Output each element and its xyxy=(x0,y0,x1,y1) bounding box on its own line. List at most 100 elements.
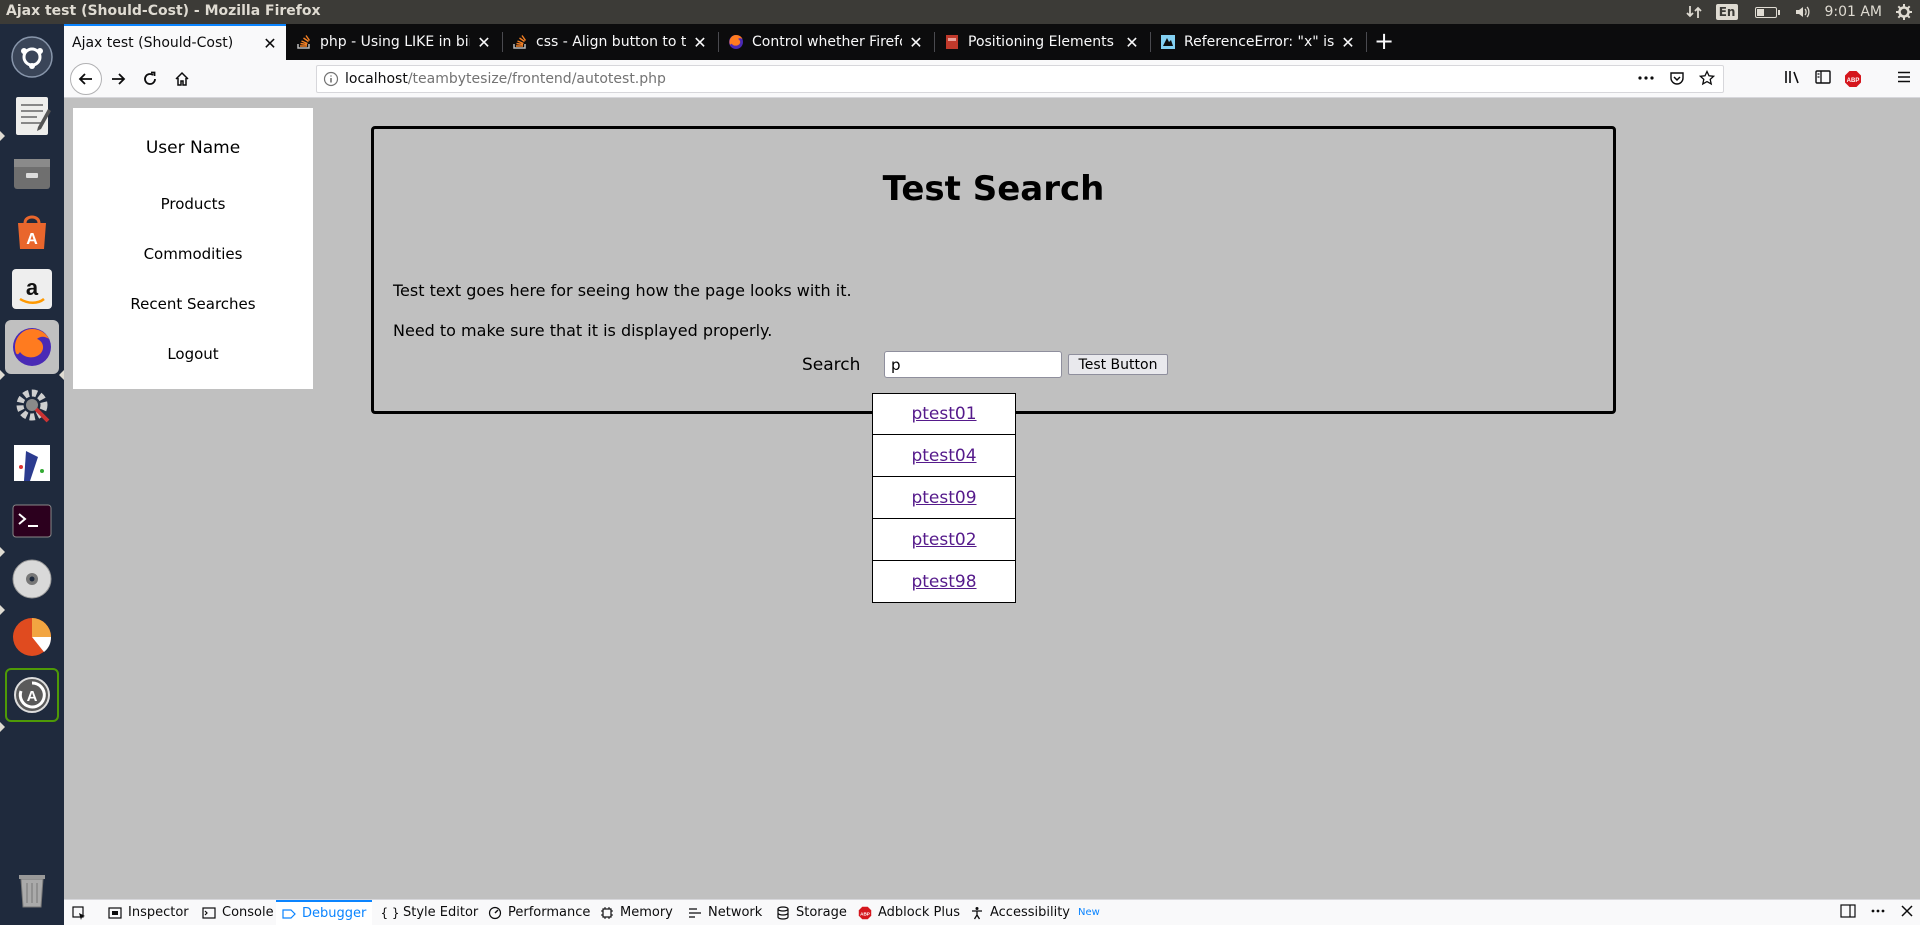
abp-badge-text: ABP xyxy=(860,911,870,916)
search-input[interactable] xyxy=(884,351,1062,378)
volume-icon[interactable] xyxy=(1794,4,1810,20)
close-icon[interactable]: ✕ xyxy=(692,33,708,52)
dash-icon[interactable] xyxy=(5,30,59,84)
autocomplete-suggestions: ptest01 ptest04 ptest09 ptest02 ptest98 xyxy=(872,393,1016,603)
devtools-tab-accessibility[interactable]: Accessibility New xyxy=(970,900,1100,925)
devtools-toolbar: Inspector Console Debugger { } Style Edi… xyxy=(64,899,1920,925)
devtools-tab-label: Accessibility xyxy=(990,905,1070,920)
sidebar-link-recent-searches[interactable]: Recent Searches xyxy=(73,295,313,313)
svg-text:a: a xyxy=(26,275,39,300)
tab-bar: Ajax test (Should-Cost) ✕ php - Using LI… xyxy=(64,24,1920,60)
software-updater-icon[interactable]: A xyxy=(5,668,59,722)
tab-positioning[interactable]: Positioning Elements on ✕ xyxy=(936,24,1148,60)
amazon-icon[interactable]: a xyxy=(5,262,59,316)
devtools-tab-performance[interactable]: Performance xyxy=(488,900,590,925)
files-icon[interactable] xyxy=(5,146,59,200)
new-tab-button[interactable]: + xyxy=(1368,24,1400,60)
page-title: Test Search xyxy=(882,169,1105,209)
adblock-plus-icon[interactable]: ABP xyxy=(1844,70,1862,88)
devtools-tab-storage[interactable]: Storage xyxy=(776,900,847,925)
close-icon[interactable]: ✕ xyxy=(1340,33,1356,52)
software-center-icon[interactable]: A xyxy=(5,204,59,258)
console-icon xyxy=(202,906,216,920)
network-arrows-icon[interactable] xyxy=(1686,4,1702,20)
devtools-tab-label: Storage xyxy=(796,905,847,920)
tab-label: ReferenceError: "x" is no xyxy=(1184,34,1334,50)
tab-css-align[interactable]: css - Align button to the ✕ xyxy=(504,24,716,60)
abp-badge-text: ABP xyxy=(1847,78,1860,84)
library-icon[interactable] xyxy=(1784,69,1802,89)
tab-firefox-control[interactable]: Control whether Firefox ✕ xyxy=(720,24,932,60)
firefox-icon[interactable] xyxy=(5,320,59,374)
bookmark-star-icon[interactable] xyxy=(1698,69,1716,90)
devtools-tab-adblock-plus[interactable]: ABP Adblock Plus xyxy=(858,900,960,925)
navigation-toolbar: localhost/teambytesize/frontend/autotest… xyxy=(64,60,1920,98)
reload-icon xyxy=(144,71,156,85)
unity-launcher: A a A xyxy=(0,24,64,925)
tab-label: Positioning Elements on xyxy=(968,34,1118,50)
disk-usage-icon[interactable] xyxy=(5,610,59,664)
system-settings-icon[interactable] xyxy=(5,378,59,432)
devtools-tab-memory[interactable]: Memory xyxy=(600,900,673,925)
terminal-icon[interactable] xyxy=(5,494,59,548)
paragraph: Test text goes here for seeing how the p… xyxy=(393,281,852,300)
sidebar-link-products[interactable]: Products xyxy=(73,195,313,213)
tab-separator xyxy=(1150,32,1151,52)
session-gear-icon[interactable] xyxy=(1896,4,1912,20)
forward-button[interactable] xyxy=(104,65,132,93)
suggestion-link[interactable]: ptest09 xyxy=(911,488,976,508)
running-indicator xyxy=(0,722,5,732)
sidebar-toggle-icon[interactable] xyxy=(1814,69,1832,89)
tab-php-like[interactable]: php - Using LIKE in bindP ✕ xyxy=(288,24,500,60)
keyboard-language-indicator[interactable]: En xyxy=(1715,4,1739,20)
clock[interactable]: 9:01 AM xyxy=(1824,4,1882,20)
back-button[interactable] xyxy=(70,63,102,95)
inspector-icon xyxy=(108,906,122,920)
close-icon[interactable]: ✕ xyxy=(1124,33,1140,52)
dvd-icon[interactable] xyxy=(5,552,59,606)
url-host: localhost xyxy=(345,71,408,87)
text-editor-icon[interactable] xyxy=(5,88,59,142)
devtools-tab-label: Network xyxy=(708,905,763,920)
hamburger-menu-icon[interactable] xyxy=(1896,69,1912,89)
tab-separator xyxy=(718,32,719,52)
devtools-tab-network[interactable]: Network xyxy=(688,900,762,925)
test-button[interactable]: Test Button xyxy=(1068,354,1168,375)
url-path: /teambytesize/frontend/autotest.php xyxy=(407,71,666,87)
close-devtools-icon[interactable] xyxy=(1900,904,1914,922)
tab-reference-error[interactable]: ReferenceError: "x" is no ✕ xyxy=(1152,24,1364,60)
info-icon[interactable] xyxy=(317,71,345,87)
devtools-tab-debugger[interactable]: Debugger xyxy=(276,900,373,925)
running-indicator xyxy=(0,370,5,380)
debugger-icon xyxy=(282,907,296,921)
toolbar-right: ABP xyxy=(1784,65,1912,93)
suggestion-link[interactable]: ptest98 xyxy=(911,572,976,592)
home-button[interactable] xyxy=(168,65,196,93)
reload-button[interactable] xyxy=(136,65,164,93)
more-options-icon[interactable] xyxy=(1870,904,1886,922)
devtools-tab-console[interactable]: Console xyxy=(202,900,274,925)
page-actions-icon[interactable] xyxy=(1637,70,1655,90)
sidebar-link-commodities[interactable]: Commodities xyxy=(73,245,313,263)
devtools-tab-inspector[interactable]: Inspector xyxy=(108,900,189,925)
pocket-icon[interactable] xyxy=(1669,70,1685,90)
tab-ajax-test[interactable]: Ajax test (Should-Cost) ✕ xyxy=(64,24,286,60)
close-icon[interactable]: ✕ xyxy=(262,34,278,53)
close-icon[interactable]: ✕ xyxy=(908,33,924,52)
suggestion-link[interactable]: ptest01 xyxy=(911,404,976,424)
tab-separator xyxy=(502,32,503,52)
sidebar-link-logout[interactable]: Logout xyxy=(73,345,313,363)
dock-side-icon[interactable] xyxy=(1840,904,1856,922)
trash-icon[interactable] xyxy=(5,862,59,916)
element-picker-button[interactable] xyxy=(72,900,86,925)
tab-label: css - Align button to the xyxy=(536,34,686,50)
devtools-tab-style-editor[interactable]: { } Style Editor xyxy=(380,900,478,925)
gimp-icon[interactable] xyxy=(5,436,59,490)
devtools-tab-label: Debugger xyxy=(302,906,367,921)
suggestion-link[interactable]: ptest04 xyxy=(911,446,976,466)
battery-icon[interactable] xyxy=(1752,4,1781,20)
main-panel: Test Search Test text goes here for seei… xyxy=(371,126,1616,414)
url-bar[interactable]: localhost/teambytesize/frontend/autotest… xyxy=(316,65,1724,93)
suggestion-link[interactable]: ptest02 xyxy=(911,530,976,550)
close-icon[interactable]: ✕ xyxy=(476,33,492,52)
